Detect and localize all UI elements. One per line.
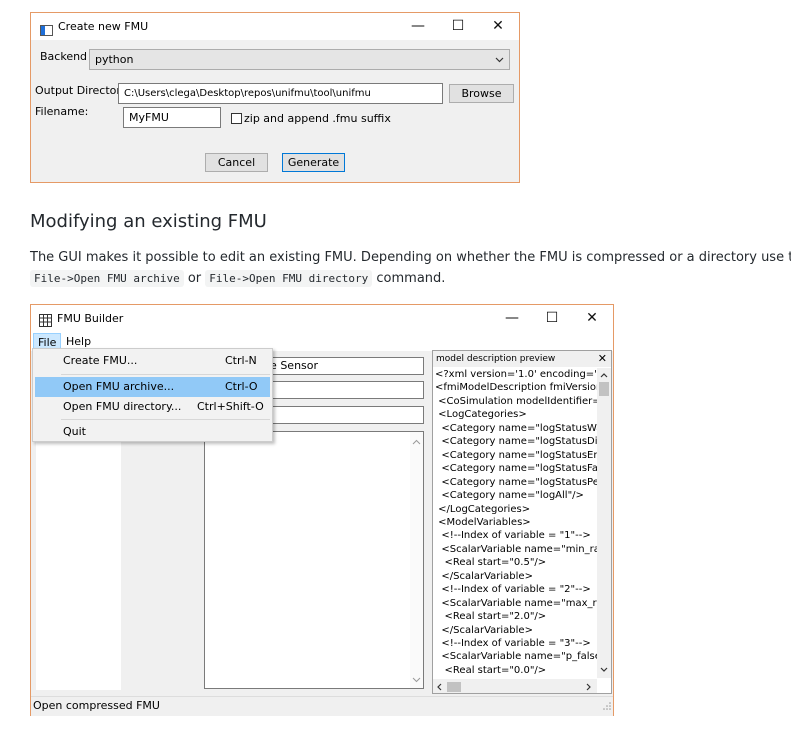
xml-text-area[interactable]: <?xml version='1.0' encoding='ut <fmiMode…	[435, 368, 597, 678]
minimize-icon[interactable]: —	[492, 305, 532, 332]
browse-button[interactable]: Browse	[449, 84, 514, 103]
xml-line: <ScalarVariable name="min_ran	[435, 543, 597, 555]
spreadsheet-icon	[39, 312, 52, 327]
menu-item-open-fmu-archive[interactable]: Open FMU archive... Ctrl-O	[35, 377, 270, 397]
preview-horizontal-scrollbar[interactable]	[433, 679, 597, 693]
xml-line: <!--Index of variable = "2"-->	[435, 584, 591, 596]
xml-line: <!--Index of variable = "3"-->	[435, 638, 591, 649]
xml-line: <Real start="2.0"/>	[435, 611, 547, 623]
builder-title: FMU Builder	[57, 312, 124, 325]
file-dropdown-menu: Create FMU... Ctrl-N Open FMU archive...…	[32, 348, 273, 442]
close-icon[interactable]: ✕	[572, 305, 612, 332]
description-textarea[interactable]	[204, 431, 424, 689]
cancel-button[interactable]: Cancel	[205, 153, 268, 172]
output-directory-input[interactable]: C:\Users\clega\Desktop\repos\unifmu\tool…	[118, 83, 443, 104]
xml-line: <Category name="logStatusWa	[435, 422, 597, 434]
backend-label: Backend	[40, 50, 88, 63]
close-preview-icon[interactable]: ✕	[598, 351, 607, 367]
menu-item-create-fmu[interactable]: Create FMU... Ctrl-N	[35, 351, 270, 371]
preview-header: model description preview ✕	[433, 351, 611, 367]
xml-line: <ScalarVariable name="p_false_	[435, 651, 597, 663]
xml-line: <ScalarVariable name="max_ran	[435, 597, 597, 609]
paragraph-line-2: File->Open FMU archive or File->Open FMU…	[30, 270, 446, 287]
or-text: or	[187, 271, 202, 286]
window-icon	[40, 21, 53, 36]
generate-button[interactable]: Generate	[282, 153, 345, 172]
builder-titlebar: FMU Builder — ☐ ✕	[31, 305, 613, 332]
xml-line: <!--Index of variable = "1"-->	[435, 530, 591, 542]
xml-line: <Category name="logStatusDis	[435, 436, 597, 448]
xml-line: <CoSimulation modelIdentifier=	[435, 395, 597, 407]
status-bar: Open compressed FMU	[31, 696, 613, 716]
chevron-down-icon	[495, 50, 504, 69]
textarea-scrollbar[interactable]	[410, 432, 423, 688]
xml-line: <ModelVariables>	[435, 516, 531, 528]
xml-line: <Category name="logAll"/>	[435, 490, 584, 502]
status-text: Open compressed FMU	[33, 699, 160, 712]
xml-line: <Real start="0.5"/>	[435, 557, 547, 569]
create-fmu-dialog: Create new FMU — ☐ ✕ Backend python Outp…	[30, 12, 520, 183]
zip-checkbox[interactable]	[231, 113, 242, 124]
preview-title: model description preview	[436, 354, 556, 364]
command-text: command.	[376, 271, 446, 286]
backend-value: python	[95, 53, 134, 66]
xml-line: <LogCategories>	[435, 409, 527, 421]
maximize-icon[interactable]: ☐	[532, 305, 572, 332]
backend-select[interactable]: python	[89, 49, 510, 70]
menu-item-quit[interactable]: Quit	[35, 422, 270, 442]
xml-line: <Category name="logStatusPe	[435, 476, 597, 488]
menu-separator	[61, 419, 270, 420]
maximize-icon[interactable]: ☐	[438, 13, 478, 40]
preview-vertical-scrollbar[interactable]	[597, 368, 611, 678]
minimize-icon[interactable]: —	[398, 13, 438, 40]
zip-checkbox-label: zip and append .fmu suffix	[244, 112, 391, 125]
code-open-archive: File->Open FMU archive	[30, 270, 184, 287]
xml-line: </ScalarVariable>	[435, 624, 533, 636]
menu-separator	[61, 374, 270, 375]
menu-item-open-fmu-directory[interactable]: Open FMU directory... Ctrl+Shift-O	[35, 397, 270, 417]
xml-line: <Category name="logStatusFat	[435, 463, 597, 475]
code-open-directory: File->Open FMU directory	[205, 270, 373, 287]
xml-line: </LogCategories>	[435, 503, 531, 515]
section-heading: Modifying an existing FMU	[30, 211, 267, 232]
close-icon[interactable]: ✕	[478, 13, 518, 40]
model-description-preview: model description preview ✕ <?xml versio…	[432, 350, 612, 694]
dialog-titlebar: Create new FMU — ☐ ✕	[31, 13, 519, 40]
filename-label: Filename:	[35, 105, 89, 118]
resize-grip-icon[interactable]	[603, 695, 611, 714]
output-directory-label: Output Directory:	[35, 84, 131, 97]
xml-line: <Category name="logStatusErr	[435, 449, 597, 461]
xml-line: <?xml version='1.0' encoding='ut	[435, 369, 597, 380]
xml-line: <Real start="0.0"/>	[435, 664, 547, 676]
xml-line: </ScalarVariable>	[435, 570, 533, 582]
filename-input[interactable]: MyFMU	[123, 107, 221, 128]
xml-line: <fmiModelDescription fmiVersion	[435, 382, 597, 394]
dialog-title: Create new FMU	[58, 20, 149, 33]
paragraph-line-1: The GUI makes it possible to edit an exi…	[30, 250, 791, 265]
